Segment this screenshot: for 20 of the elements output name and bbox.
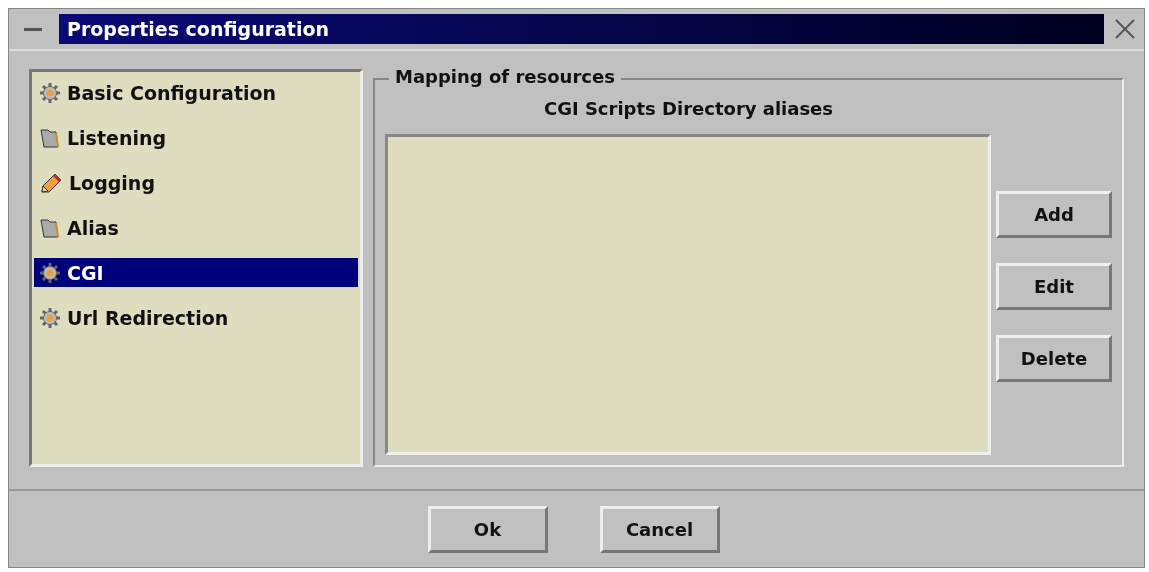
sidebar-item[interactable]: Logging	[34, 168, 358, 197]
folder-icon	[39, 216, 61, 239]
gear-icon	[39, 261, 61, 284]
dialog-button[interactable]: Cancel	[599, 505, 720, 553]
sidebar-item[interactable]: Basic Configuration	[34, 78, 358, 107]
folder-icon	[39, 126, 61, 149]
dialog-button[interactable]: Ok	[427, 505, 548, 553]
sidebar-item[interactable]: Alias	[34, 213, 358, 242]
sidebar-item[interactable]: Url Redirection	[34, 303, 358, 332]
sidebar-item[interactable]: Listening	[34, 123, 358, 152]
gear-icon	[39, 81, 61, 104]
action-button[interactable]: Add	[996, 191, 1112, 238]
action-button[interactable]: Edit	[996, 263, 1112, 310]
pencil-icon	[39, 171, 63, 194]
gear-icon	[39, 306, 61, 329]
group-title: Mapping of resources	[389, 66, 621, 87]
sidebar-item[interactable]: CGI	[34, 258, 358, 287]
action-button[interactable]: Delete	[996, 335, 1112, 382]
list-title: CGI Scripts Directory aliases	[542, 98, 835, 121]
window-title: Properties configuration	[59, 14, 1104, 44]
